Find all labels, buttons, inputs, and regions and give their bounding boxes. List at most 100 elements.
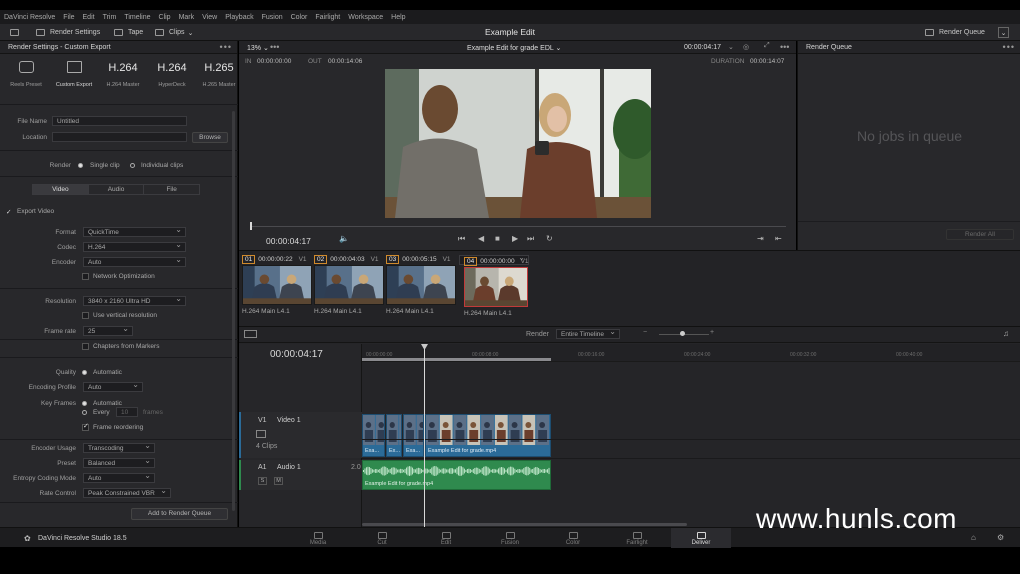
preset-h264-master[interactable]: H.264 H.264 Master	[97, 61, 149, 88]
clip-thumbnail-04[interactable]: 04 00:00:00:00 V1 H.264 Main L4.1	[459, 253, 529, 317]
page-tab-deliver[interactable]: Deliver	[671, 528, 731, 548]
encoder-select[interactable]: Auto	[83, 255, 186, 267]
preset-select[interactable]: Balanced	[83, 456, 155, 468]
monitor-icon[interactable]	[10, 27, 19, 38]
resolution-select[interactable]: 3840 x 2160 Ultra HD	[83, 294, 186, 306]
timeline-scrollbar[interactable]	[362, 523, 687, 526]
expand-icon[interactable]: ⌄	[998, 27, 1009, 38]
encoder-usage-select[interactable]: Transcoding	[83, 441, 155, 453]
viewer-scrubber[interactable]	[251, 226, 786, 227]
menu-item-clip[interactable]: Clip	[159, 14, 171, 21]
settings-scrollbar[interactable]	[232, 111, 235, 511]
fullscreen-icon[interactable]: ⤢	[764, 42, 770, 50]
tape-button[interactable]: Tape	[114, 27, 143, 38]
file-name-input[interactable]: Untitled	[52, 116, 187, 126]
rate-control-select[interactable]: Peak Constrained VBR	[83, 486, 171, 498]
timeline-video-clip[interactable]: Ex...	[386, 414, 402, 457]
menu-item-file[interactable]: File	[63, 14, 74, 21]
page-tab-color[interactable]: Color	[543, 528, 603, 548]
page-tab-fusion[interactable]: Fusion	[480, 528, 540, 548]
menu-item-trim[interactable]: Trim	[103, 14, 117, 21]
browse-button[interactable]: Browse	[192, 132, 228, 143]
timeline-video-clip[interactable]: Example Edit for grade.mp4	[425, 414, 551, 457]
clips-button[interactable]: Clips ⌄	[155, 27, 193, 38]
format-select[interactable]: QuickTime	[83, 225, 186, 237]
render-settings-button[interactable]: Render Settings	[36, 27, 100, 38]
tab-file[interactable]: File	[144, 185, 199, 194]
settings-gear-icon[interactable]: ⚙	[997, 533, 1004, 542]
page-tab-fairlight[interactable]: Fairlight	[607, 528, 667, 548]
viewer-clip-name[interactable]: Example Edit for grade EDL ⌄	[467, 44, 561, 52]
every-frames-input[interactable]: 10	[116, 407, 138, 417]
page-tab-media[interactable]: Media	[288, 528, 348, 548]
timeline-view-icon[interactable]	[244, 330, 257, 338]
volume-icon[interactable]: 🔈	[339, 234, 349, 243]
menu-item-help[interactable]: Help	[391, 14, 405, 21]
viewer-options-icon[interactable]: •••	[270, 42, 279, 52]
menu-item-fairlight[interactable]: Fairlight	[315, 14, 340, 21]
color-match-icon[interactable]: ◎	[743, 43, 749, 51]
encoding-profile-select[interactable]: Auto	[83, 380, 143, 392]
timeline-video-clip[interactable]: Exa...	[403, 414, 424, 457]
chapters-checkbox[interactable]	[82, 343, 89, 350]
mute-button[interactable]: M	[274, 477, 283, 485]
zoom-in-icon[interactable]: +	[710, 329, 714, 336]
playhead[interactable]	[424, 344, 425, 528]
track-clip-icon[interactable]	[256, 430, 266, 438]
menu-item-edit[interactable]: Edit	[83, 14, 95, 21]
audio-meter-icon[interactable]: ♫	[1003, 329, 1009, 338]
more-options-icon[interactable]: •••	[220, 42, 232, 52]
preset-custom-export[interactable]: Custom Export	[48, 61, 100, 88]
play-icon[interactable]: ▶	[512, 234, 518, 243]
zoom-select[interactable]: 13% ⌄	[247, 44, 269, 52]
export-video-check-icon[interactable]: ✓	[6, 208, 11, 216]
network-optimization-checkbox[interactable]	[82, 273, 89, 280]
loop-icon[interactable]: ↻	[546, 234, 553, 243]
timecode-dropdown-icon[interactable]: ⌄	[728, 43, 734, 51]
jump-end-icon[interactable]: ⏭	[527, 234, 534, 244]
location-input[interactable]	[52, 132, 187, 142]
home-icon[interactable]: ⌂	[971, 533, 976, 542]
vertical-resolution-checkbox[interactable]	[82, 312, 89, 319]
menu-item-workspace[interactable]: Workspace	[348, 14, 383, 21]
preset-h265-master[interactable]: H.265 H.265 Master	[193, 61, 245, 88]
tab-video[interactable]: Video	[33, 185, 89, 194]
add-to-render-queue-button[interactable]: Add to Render Queue	[131, 508, 228, 520]
frame-reordering-checkbox[interactable]	[82, 422, 89, 431]
key-frames-every-radio[interactable]	[82, 410, 87, 415]
stop-icon[interactable]: ■	[495, 234, 500, 243]
key-frames-automatic-radio[interactable]	[82, 401, 87, 406]
quality-automatic-radio[interactable]	[82, 370, 87, 375]
viewer-scrub-handle[interactable]	[250, 222, 252, 230]
entropy-coding-select[interactable]: Auto	[83, 471, 155, 483]
menu-item-davinci-resolve[interactable]: DaVinci Resolve	[4, 14, 55, 21]
menu-item-color[interactable]: Color	[291, 14, 308, 21]
menu-item-view[interactable]: View	[202, 14, 217, 21]
render-queue-button[interactable]: Render Queue	[925, 27, 985, 38]
individual-clips-radio[interactable]	[130, 163, 135, 168]
menu-item-fusion[interactable]: Fusion	[262, 14, 283, 21]
next-edit-icon[interactable]: ⇥	[757, 234, 764, 243]
codec-select[interactable]: H.264	[83, 240, 186, 252]
menu-item-mark[interactable]: Mark	[179, 14, 195, 21]
menu-item-playback[interactable]: Playback	[225, 14, 253, 21]
audio-clip[interactable]: Example Edit for grade.mp4	[362, 460, 551, 490]
page-tab-cut[interactable]: Cut	[352, 528, 412, 548]
preset-hyperdeck[interactable]: H.264 HyperDeck	[146, 61, 198, 88]
tab-audio[interactable]: Audio	[89, 185, 145, 194]
preset-reels[interactable]: Reels Preset	[0, 61, 52, 88]
render-all-button[interactable]: Render All	[946, 229, 1014, 240]
clip-thumbnail-02[interactable]: 02 00:00:04:03 V1 H.264 Main L4.1	[314, 255, 384, 315]
jump-start-icon[interactable]: ⏮	[458, 234, 465, 244]
clip-thumbnail-01[interactable]: 01 00:00:00:22 V1 H.264 Main L4.1	[242, 255, 312, 315]
menu-item-timeline[interactable]: Timeline	[124, 14, 150, 21]
zoom-slider-handle[interactable]	[680, 331, 685, 336]
page-tab-edit[interactable]: Edit	[416, 528, 476, 548]
zoom-out-icon[interactable]: −	[643, 329, 647, 336]
frame-rate-select[interactable]: 25	[83, 324, 133, 336]
step-back-icon[interactable]: ◀	[478, 234, 484, 243]
prev-edit-icon[interactable]: ⇤	[775, 234, 782, 243]
render-queue-more-icon[interactable]: •••	[1003, 42, 1015, 52]
timeline-video-clip[interactable]: Exa...	[362, 414, 385, 457]
viewer-more-icon[interactable]: •••	[780, 42, 789, 52]
